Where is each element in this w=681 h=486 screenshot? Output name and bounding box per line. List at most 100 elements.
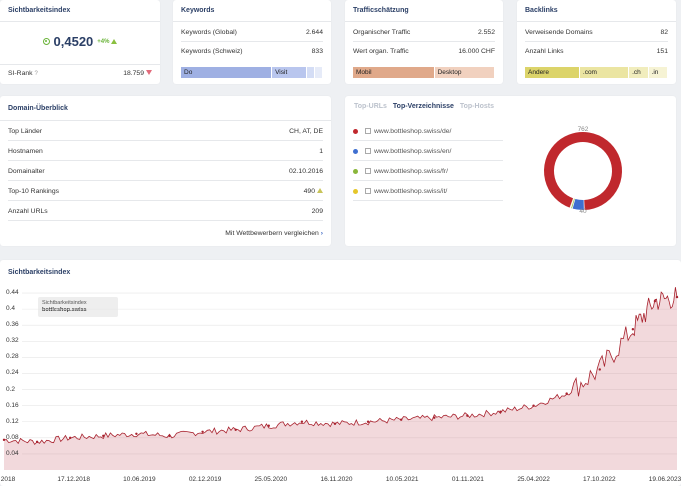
tld-bar: Andere .com .ch .in: [525, 67, 668, 78]
directories-tabs: Top-URLs Top-Verzeichnisse Top-Hosts: [354, 103, 494, 110]
overview-row: Hostnamen 1: [8, 144, 323, 158]
x-tick-label: 17.12.2018: [57, 476, 90, 483]
compare-link-text: Mit Wettbewerbern vergleichen: [225, 230, 319, 237]
x-tick-label: 10.06.2019: [123, 476, 156, 483]
si-rank-row: SI-Rank ? 18.759: [8, 66, 152, 80]
y-tick-label: 0.44: [6, 289, 19, 297]
series-color-dot: [353, 128, 358, 134]
organic-traffic-row: Organischer Traffic 2.552: [353, 25, 495, 39]
external-link-icon[interactable]: [365, 188, 371, 194]
visibility-value-box: 0,4520 +4%: [0, 34, 160, 49]
external-link-icon[interactable]: [365, 168, 371, 174]
chevron-right-icon: ›: [320, 230, 323, 237]
directory-url[interactable]: www.bottleshop.swiss/en/: [374, 148, 451, 155]
directory-url[interactable]: www.bottleshop.swiss/fr/: [374, 168, 448, 175]
traffic-card-title: Trafficschätzung: [353, 7, 409, 14]
overview-row: Domainalter 02.10.2016: [8, 164, 323, 178]
chart-tooltip: Sichtbarkeitsindex bottleshop.swiss: [38, 297, 118, 317]
trend-up-icon: [317, 188, 323, 194]
domain-overview-title: Domain-Überblick: [8, 105, 68, 112]
tooltip-domain: bottleshop.swiss: [42, 307, 87, 313]
y-tick-label: 0.12: [6, 417, 19, 425]
y-tick-label: 0.16: [6, 401, 19, 409]
overview-row-value: 1: [319, 147, 323, 155]
y-tick-label: 0.36: [6, 321, 19, 329]
help-icon[interactable]: ?: [34, 71, 37, 77]
tld-ch-segment[interactable]: .ch: [629, 67, 648, 78]
y-tick-label: 0.04: [6, 449, 19, 457]
directory-url[interactable]: www.bottleshop.swiss/it/: [374, 188, 447, 195]
keywords-global-label: Keywords (Global): [181, 28, 237, 36]
overview-row: Anzahl URLs 209: [8, 204, 323, 218]
mobile-segment[interactable]: Mobil: [353, 67, 434, 78]
x-tick-label: 16.11.2020: [320, 476, 353, 483]
desktop-segment[interactable]: Desktop: [434, 67, 494, 78]
intent-do-segment[interactable]: Do: [181, 67, 272, 78]
links-count-label: Anzahl Links: [525, 47, 564, 55]
trend-down-icon: [146, 70, 152, 76]
visibility-change: +4%: [97, 38, 110, 45]
si-rank-label: SI-Rank: [8, 69, 33, 77]
directory-item[interactable]: www.bottleshop.swiss/fr/: [353, 164, 503, 178]
visibility-card-title: Sichtbarkeitsindex: [8, 7, 71, 14]
x-tick-label: 25.04.2022: [517, 476, 550, 483]
y-tick-label: 0.08: [6, 433, 19, 441]
directory-item[interactable]: www.bottleshop.swiss/it/: [353, 184, 503, 198]
keywords-card-title: Keywords: [181, 7, 215, 14]
x-tick-label: 19.06.2023: [648, 476, 681, 483]
referring-domains-value: 82: [660, 28, 668, 36]
overview-row-value: 490: [303, 187, 315, 195]
overview-row: Top-10 Rankings 490: [8, 184, 323, 198]
tab-top-urls[interactable]: Top-URLs: [354, 103, 387, 110]
si-rank-value: 18.759: [123, 69, 144, 77]
tld-com-segment[interactable]: .com: [579, 67, 629, 78]
directories-donut: 762 40: [544, 126, 622, 215]
visibility-chart-card: Sichtbarkeitsindex: [0, 260, 681, 486]
keywords-schweiz-label: Keywords (Schweiz): [181, 47, 243, 55]
keywords-card: Keywords Keywords (Global) 2.644 Keyword…: [173, 0, 331, 84]
overview-row-label: Anzahl URLs: [8, 207, 48, 215]
top-directories-card: Top-URLs Top-Verzeichnisse Top-Hosts www…: [345, 96, 676, 246]
external-link-icon[interactable]: [365, 148, 371, 154]
external-link-icon[interactable]: [365, 128, 371, 134]
tld-in-segment[interactable]: .in: [648, 67, 667, 78]
keywords-schweiz-value: 833: [311, 47, 323, 55]
visibility-value: 0,4520: [53, 34, 94, 49]
tab-top-hosts[interactable]: Top-Hosts: [460, 103, 494, 110]
backlinks-card: Backlinks Verweisende Domains 82 Anzahl …: [517, 0, 676, 84]
x-tick-label: 17.10.2022: [583, 476, 616, 483]
backlinks-card-title: Backlinks: [525, 7, 558, 14]
traffic-value-label: Wert organ. Traffic: [353, 47, 409, 55]
keywords-global-value: 2.644: [305, 28, 323, 36]
overview-row-value: 209: [311, 207, 323, 215]
intent-other-segment[interactable]: [314, 67, 323, 78]
tab-top-directories[interactable]: Top-Verzeichnisse: [393, 103, 454, 110]
organic-traffic-label: Organischer Traffic: [353, 28, 411, 36]
overview-row-label: Hostnamen: [8, 147, 43, 155]
x-tick-label: 10.05.2021: [385, 476, 419, 483]
referring-domains-label: Verweisende Domains: [525, 28, 593, 36]
directory-url[interactable]: www.bottleshop.swiss/de/: [374, 128, 451, 135]
organic-traffic-value: 2.552: [477, 28, 495, 36]
referring-domains-row: Verweisende Domains 82: [525, 25, 668, 39]
visibility-chart-title: Sichtbarkeitsindex: [8, 269, 71, 276]
y-tick-label: 0.4: [6, 305, 16, 313]
device-bar: Mobil Desktop: [353, 67, 495, 78]
y-tick-label: 0.24: [6, 369, 19, 377]
overview-row-label: Top Länder: [8, 127, 43, 135]
compare-link[interactable]: Mit Wettbewerbern vergleichen ›: [225, 230, 323, 237]
intent-visit-segment[interactable]: Visit: [272, 67, 306, 78]
directory-item[interactable]: www.bottleshop.swiss/en/: [353, 144, 503, 158]
traffic-card: Trafficschätzung Organischer Traffic 2.5…: [345, 0, 503, 84]
links-count-value: 151: [656, 47, 668, 55]
donut-slice[interactable]: [572, 198, 584, 210]
directory-item[interactable]: www.bottleshop.swiss/de/: [353, 124, 503, 138]
traffic-value-value: 16.000 CHF: [458, 47, 495, 55]
overview-row-label: Domainalter: [8, 167, 45, 175]
donut-slice[interactable]: [544, 132, 622, 210]
tld-other-segment[interactable]: Andere: [525, 67, 579, 78]
intent-other-segment[interactable]: [306, 67, 314, 78]
x-tick-label: 2018: [0, 476, 16, 483]
donut-top-label: 762: [578, 126, 589, 133]
y-tick-label: 0.32: [6, 337, 19, 345]
